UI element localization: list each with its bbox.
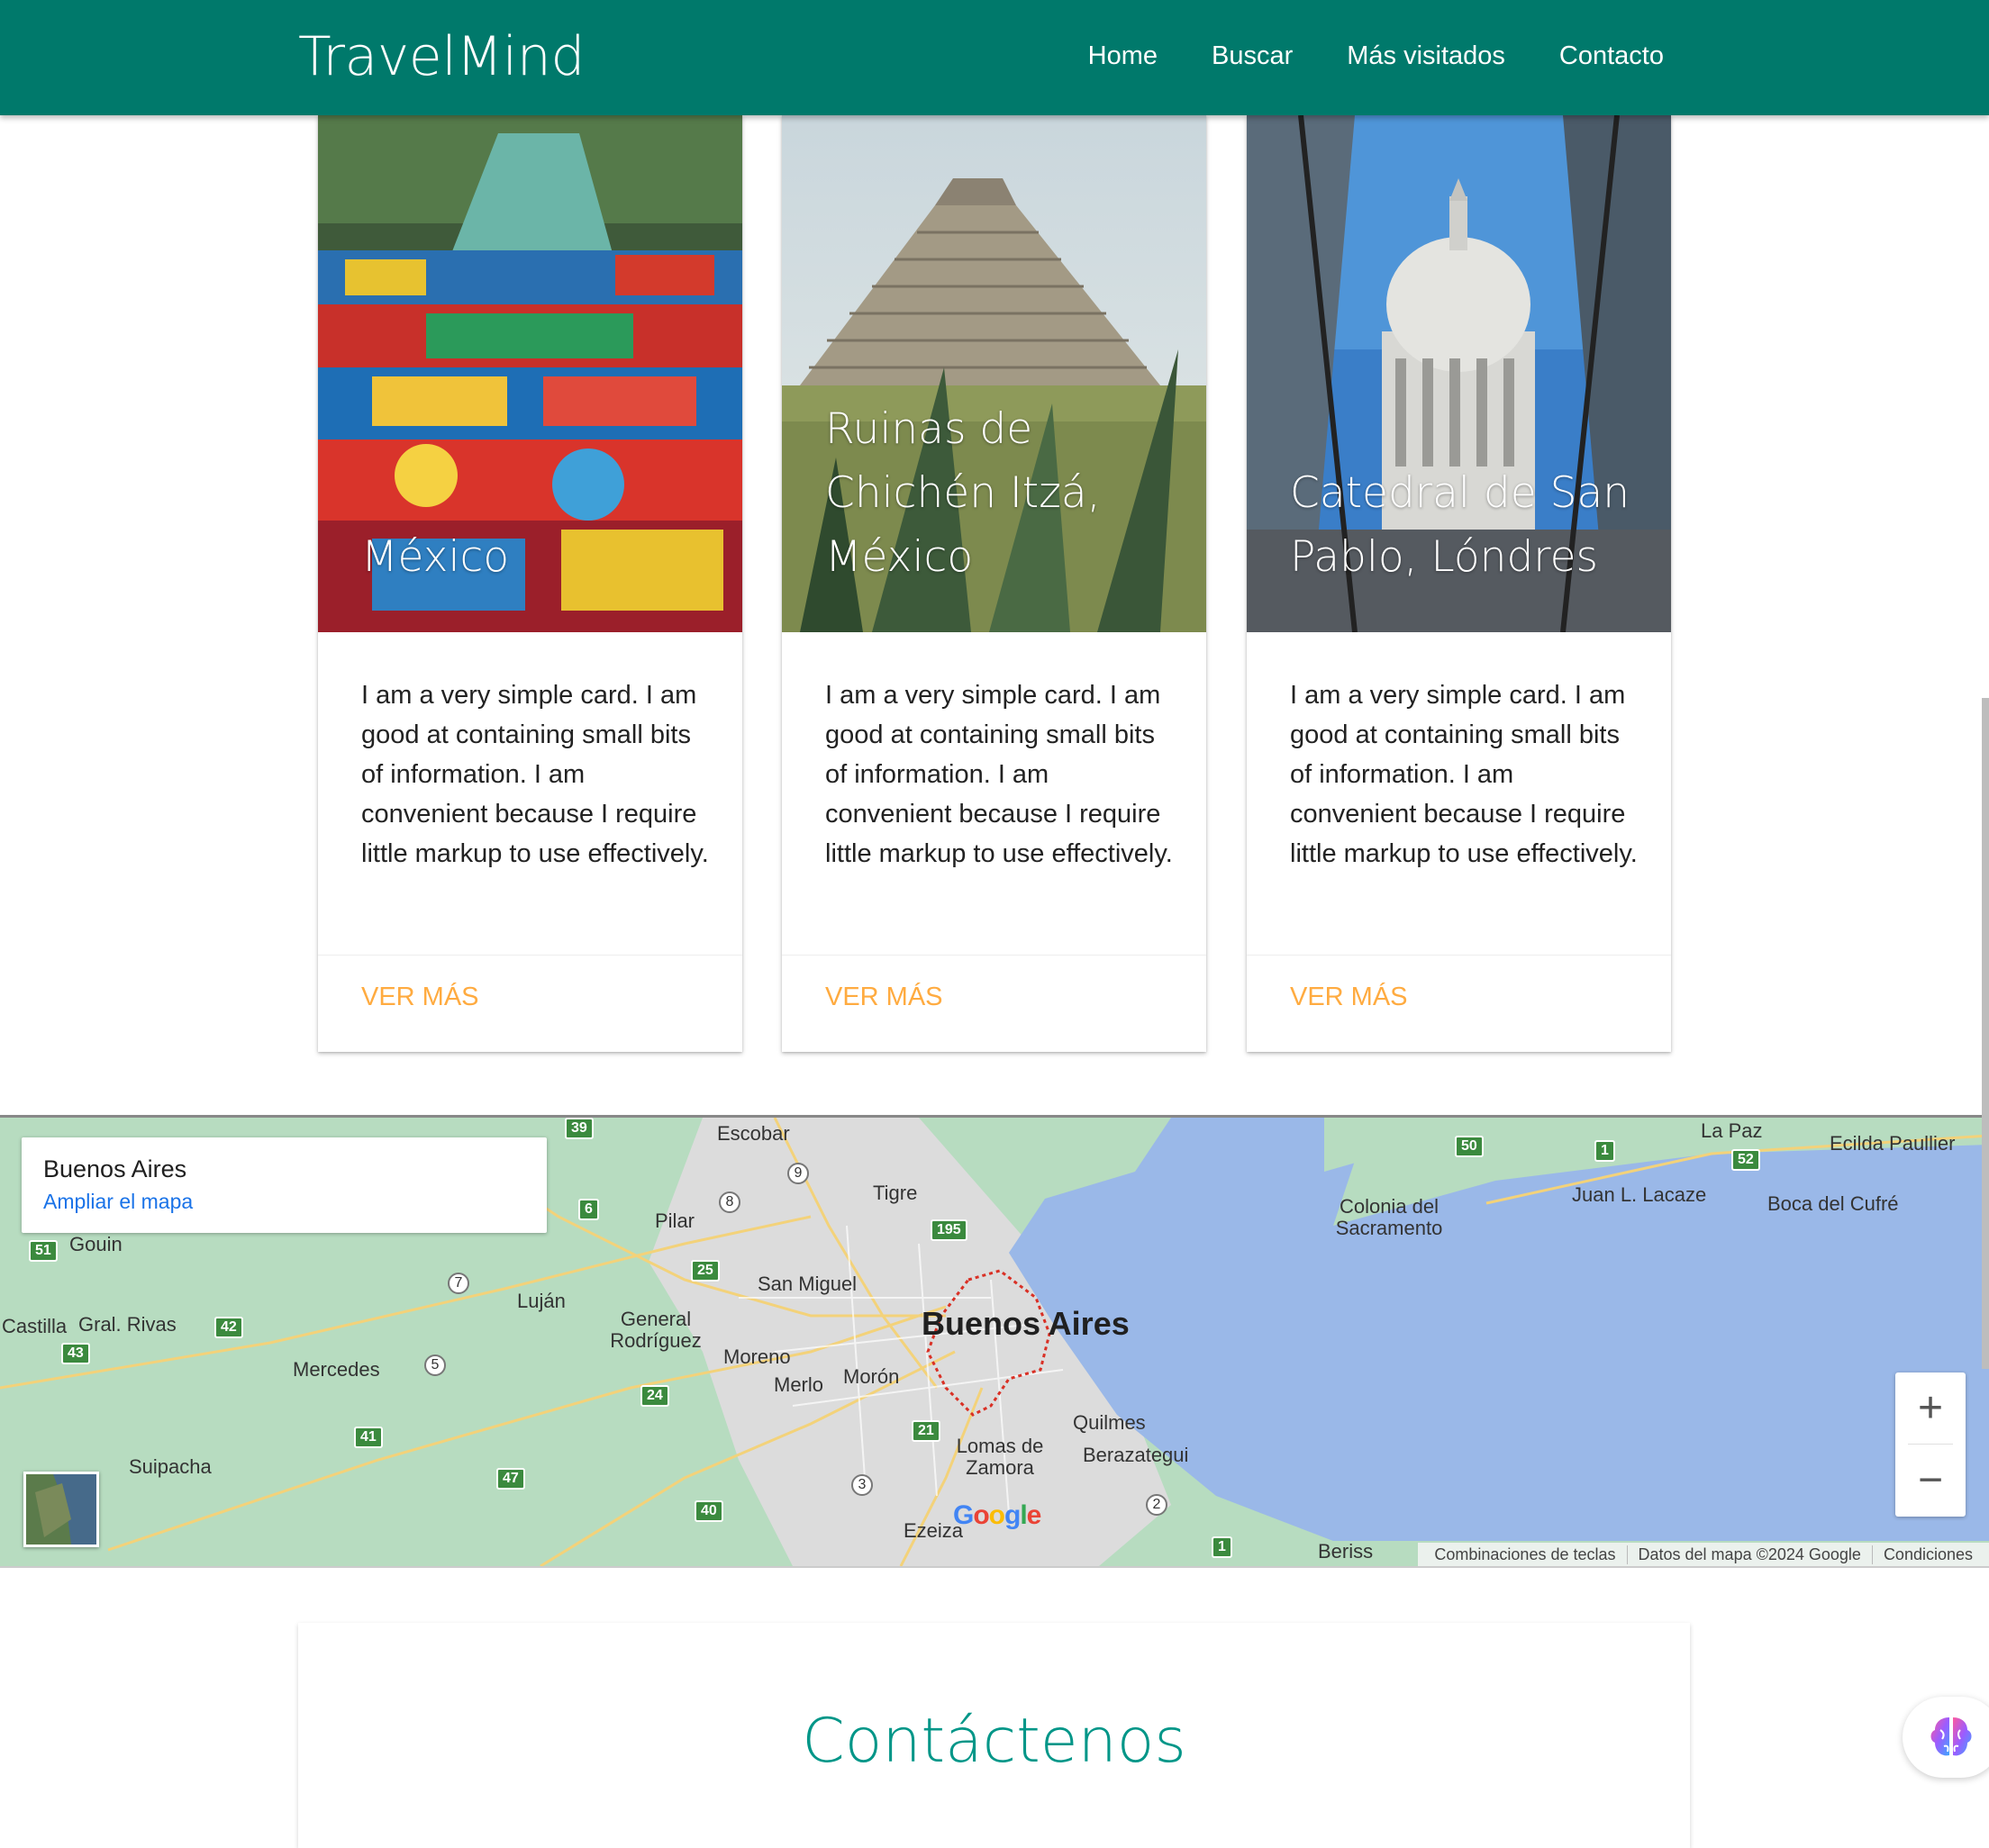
google-logo: Google xyxy=(953,1500,1041,1530)
map-label: Beriss xyxy=(1318,1540,1374,1563)
map-label: Morón xyxy=(843,1365,900,1388)
card-image-chichen-itza: Ruinas de Chichén Itzá, México xyxy=(782,115,1206,632)
zoom-in-button[interactable]: + xyxy=(1895,1372,1966,1444)
brain-icon xyxy=(1930,1717,1972,1756)
map-label: Colonia del Sacramento xyxy=(1335,1195,1443,1239)
ver-mas-link[interactable]: Ver más xyxy=(825,983,943,1012)
contact-title: Contáctenos xyxy=(802,1706,1186,1777)
ver-mas-link[interactable]: Ver más xyxy=(1290,983,1408,1012)
card-image-xochimilco: México xyxy=(318,115,742,632)
road-shield: 21 xyxy=(912,1420,940,1442)
floating-assistant-button[interactable] xyxy=(1903,1697,1989,1778)
map-label: Mercedes xyxy=(293,1358,380,1381)
route-marker: 3 xyxy=(851,1474,873,1496)
map-label: Gral. Rivas xyxy=(78,1313,177,1336)
scrollbar-thumb[interactable] xyxy=(1982,698,1989,1369)
ver-mas-link[interactable]: Ver más xyxy=(361,983,479,1012)
nav-buscar[interactable]: Buscar xyxy=(1212,41,1293,71)
map-embed[interactable]: Escobar Tigre Pilar San Miguel Luján Gen… xyxy=(0,1115,1989,1568)
contact-section: Contáctenos xyxy=(298,1623,1690,1848)
road-shield: 39 xyxy=(565,1118,594,1139)
card-action: Ver más xyxy=(1247,955,1671,1053)
keyboard-shortcuts-link[interactable]: Combinaciones de teclas xyxy=(1423,1545,1628,1564)
card-title: Ruinas de Chichén Itzá, México xyxy=(825,404,1101,582)
map-label: Berazategui xyxy=(1083,1444,1189,1466)
road-shield: 52 xyxy=(1731,1149,1760,1171)
map-label: Ecilda Paullier xyxy=(1830,1132,1956,1155)
road-shield: 41 xyxy=(354,1427,383,1448)
road-shield: 24 xyxy=(640,1385,669,1407)
satellite-toggle[interactable] xyxy=(23,1472,99,1547)
map-label: Castilla xyxy=(2,1315,68,1337)
road-shield: 195 xyxy=(931,1219,967,1241)
zoom-out-button[interactable]: − xyxy=(1895,1445,1966,1516)
map-label: Escobar xyxy=(717,1122,790,1145)
road-shield: 1 xyxy=(1594,1140,1615,1162)
route-marker: 8 xyxy=(719,1191,740,1213)
satellite-thumbnail-icon xyxy=(26,1474,96,1545)
route-marker: 5 xyxy=(424,1354,446,1376)
map-data-attribution: Datos del mapa ©2024 Google xyxy=(1628,1545,1873,1564)
card-body: I am a very simple card. I am good at co… xyxy=(1290,681,1638,868)
map-footer: Combinaciones de teclas Datos del mapa ©… xyxy=(1418,1543,1989,1566)
map-label: Gouin xyxy=(69,1233,123,1255)
map-label: General Rodríguez xyxy=(610,1308,702,1352)
road-shield: 50 xyxy=(1455,1136,1484,1157)
nav-contacto[interactable]: Contacto xyxy=(1559,41,1664,71)
road-shield: 42 xyxy=(214,1317,243,1338)
destination-card: Catedral de San Pablo, Lóndres I am a ve… xyxy=(1247,115,1671,1052)
road-shield: 1 xyxy=(1212,1536,1232,1558)
map-label: La Paz xyxy=(1701,1119,1763,1142)
map-label: Merlo xyxy=(774,1373,824,1396)
map-label: Boca del Cufré xyxy=(1767,1192,1899,1215)
map-label: Luján xyxy=(517,1290,566,1312)
card-title: México xyxy=(361,532,510,582)
route-marker: 2 xyxy=(1146,1494,1167,1516)
map-label: Lomas de Zamora xyxy=(956,1435,1044,1479)
brand-logo[interactable]: TravelMind xyxy=(298,25,585,88)
map-infobox: Buenos Aires Ampliar el mapa xyxy=(22,1137,547,1233)
nav-home[interactable]: Home xyxy=(1088,41,1158,71)
map-label: Juan L. Lacaze xyxy=(1572,1183,1707,1206)
card-image-st-pauls: Catedral de San Pablo, Lóndres xyxy=(1247,115,1671,632)
ampliar-mapa-link[interactable]: Ampliar el mapa xyxy=(43,1190,193,1214)
destination-card: Ruinas de Chichén Itzá, México I am a ve… xyxy=(782,115,1206,1052)
road-shield: 47 xyxy=(496,1468,525,1490)
map-label: Quilmes xyxy=(1073,1411,1146,1434)
map-label: San Miguel xyxy=(758,1273,858,1295)
road-shield: 25 xyxy=(691,1260,720,1282)
terms-link[interactable]: Condiciones xyxy=(1873,1545,1984,1564)
map-city-main: Buenos Aires xyxy=(922,1305,1130,1342)
road-shield: 6 xyxy=(578,1199,599,1220)
card-action: Ver más xyxy=(782,955,1206,1053)
road-shield: 40 xyxy=(695,1500,723,1522)
map-label: Moreno xyxy=(723,1345,791,1368)
navbar: TravelMind Home Buscar Más visitados Con… xyxy=(0,0,1989,115)
nav-mas-visitados[interactable]: Más visitados xyxy=(1347,41,1505,71)
road-shield: 51 xyxy=(29,1240,58,1262)
route-marker: 9 xyxy=(787,1163,809,1184)
map-label: Pilar xyxy=(655,1209,695,1232)
map-infobox-title: Buenos Aires xyxy=(43,1155,187,1182)
card-title: Catedral de San Pablo, Lóndres xyxy=(1290,468,1630,582)
map-label: Tigre xyxy=(873,1182,918,1204)
map-label: Suipacha xyxy=(129,1455,212,1478)
card-body: I am a very simple card. I am good at co… xyxy=(361,681,709,868)
card-action: Ver más xyxy=(318,955,742,1053)
destination-card: México I am a very simple card. I am goo… xyxy=(318,115,742,1052)
route-marker: 7 xyxy=(448,1273,469,1294)
nav-links: Home Buscar Más visitados Contacto xyxy=(1088,41,1664,71)
zoom-control: + − xyxy=(1895,1372,1966,1517)
card-body: I am a very simple card. I am good at co… xyxy=(825,681,1173,868)
road-shield: 43 xyxy=(61,1343,90,1364)
